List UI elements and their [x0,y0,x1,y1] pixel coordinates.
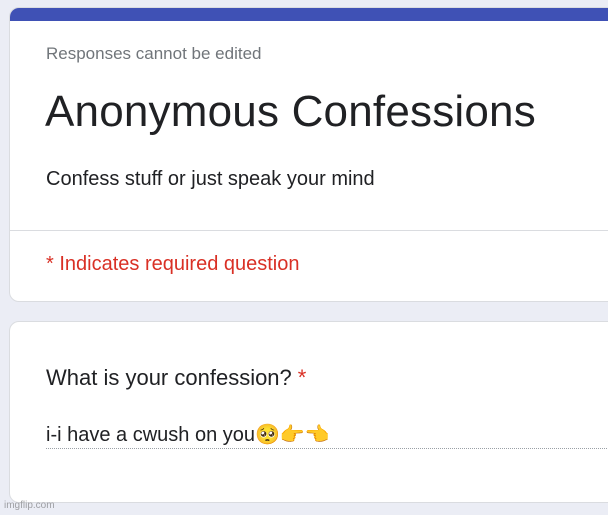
header-divider [10,230,608,231]
form-description: Confess stuff or just speak your mind [46,168,375,190]
form-title: Anonymous Confessions [45,87,536,136]
question-title: What is your confession? * [46,365,306,391]
required-asterisk: * [297,365,307,390]
imgflip-watermark: imgflip.com [4,500,55,511]
edit-notice: Responses cannot be edited [46,44,262,63]
form-accent-bar [10,8,608,21]
question-card: What is your confession? * i-i have a cwu… [9,321,608,503]
question-label: What is your confession? [46,365,292,390]
form-header-card: Responses cannot be edited Anonymous Con… [9,7,608,302]
answer-text-field[interactable]: i-i have a cwush on you🥺👉👈 [46,422,608,449]
required-indicator-note: * Indicates required question [46,253,300,275]
